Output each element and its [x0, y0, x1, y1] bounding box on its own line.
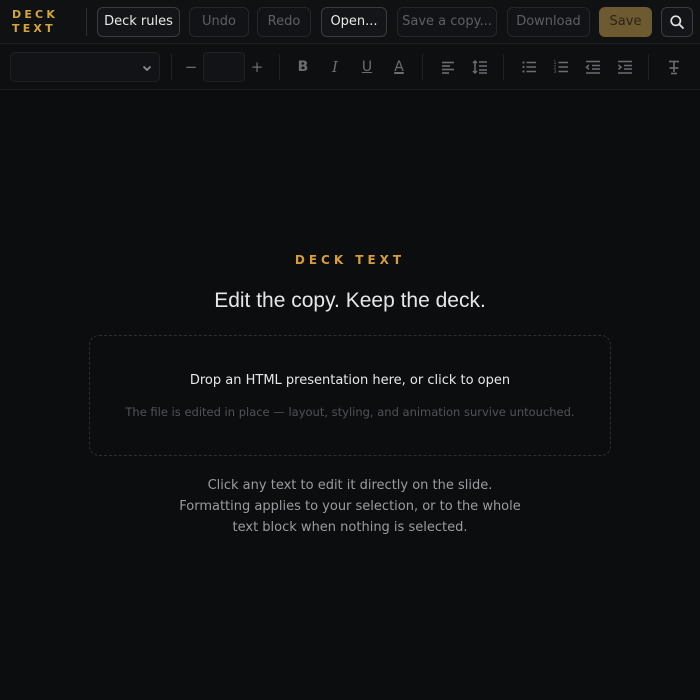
- indent-icon: [618, 60, 632, 74]
- svg-text:3: 3: [554, 69, 557, 75]
- help-line-2: Formatting applies to your selection, or…: [179, 499, 521, 514]
- format-divider: [648, 54, 649, 80]
- outdent-button[interactable]: [582, 56, 604, 78]
- chevron-down-icon: [142, 65, 152, 72]
- bold-button[interactable]: B: [292, 56, 314, 78]
- clear-format-button[interactable]: [663, 56, 685, 78]
- dropzone-title: Drop an HTML presentation here, or click…: [189, 373, 511, 388]
- format-divider: [279, 54, 280, 80]
- align-left-icon: [442, 61, 454, 74]
- font-family-select[interactable]: [10, 52, 160, 82]
- undo-button[interactable]: Undo: [189, 7, 249, 37]
- save-button[interactable]: Save: [599, 7, 652, 37]
- font-size-increase-button[interactable]: +: [246, 56, 268, 78]
- help-text: Click any text to edit it directly on th…: [0, 475, 700, 538]
- outdent-icon: [585, 60, 600, 74]
- bullet-list-icon: [522, 61, 536, 73]
- format-divider: [422, 54, 423, 80]
- open-button[interactable]: Open...: [321, 7, 387, 37]
- format-divider: [503, 54, 504, 80]
- align-left-button[interactable]: [437, 56, 459, 78]
- clear-format-icon: [669, 60, 679, 75]
- logo-line-1: DECK: [12, 8, 59, 21]
- numbered-list-button[interactable]: 123: [550, 56, 572, 78]
- format-divider: [171, 54, 172, 80]
- app-logo: DECK TEXT: [12, 8, 58, 36]
- italic-button[interactable]: I: [324, 56, 346, 78]
- toolbar-divider: [86, 8, 87, 36]
- text-color-button[interactable]: A: [388, 56, 410, 78]
- hero-eyebrow: DECK TEXT: [294, 253, 406, 267]
- search-button[interactable]: [661, 7, 693, 37]
- underline-button[interactable]: U: [356, 56, 378, 78]
- download-button[interactable]: Download: [507, 7, 590, 37]
- line-height-button[interactable]: [469, 56, 491, 78]
- numbered-list-icon: 123: [554, 60, 568, 75]
- indent-button[interactable]: [614, 56, 636, 78]
- deck-rules-button[interactable]: Deck rules: [97, 7, 180, 37]
- line-height-icon: [472, 59, 487, 75]
- hero-headline: Edit the copy. Keep the deck.: [214, 289, 486, 312]
- bullet-list-button[interactable]: [518, 56, 540, 78]
- help-line-3: text block when nothing is selected.: [232, 520, 468, 535]
- font-size-input[interactable]: [203, 52, 245, 82]
- save-copy-button[interactable]: Save a copy...: [397, 7, 497, 37]
- top-bar: DECK TEXT Deck rules Undo Redo Open... S…: [0, 0, 700, 44]
- redo-button[interactable]: Redo: [257, 7, 311, 37]
- search-icon: [670, 15, 684, 29]
- font-size-decrease-button[interactable]: −: [180, 56, 202, 78]
- format-toolbar: − + B I U A 123: [0, 44, 700, 90]
- file-dropzone[interactable]: Drop an HTML presentation here, or click…: [89, 335, 611, 456]
- dropzone-subtitle: The file is edited in place — layout, st…: [125, 405, 575, 419]
- logo-line-2: TEXT: [12, 22, 56, 35]
- help-line-1: Click any text to edit it directly on th…: [207, 478, 493, 493]
